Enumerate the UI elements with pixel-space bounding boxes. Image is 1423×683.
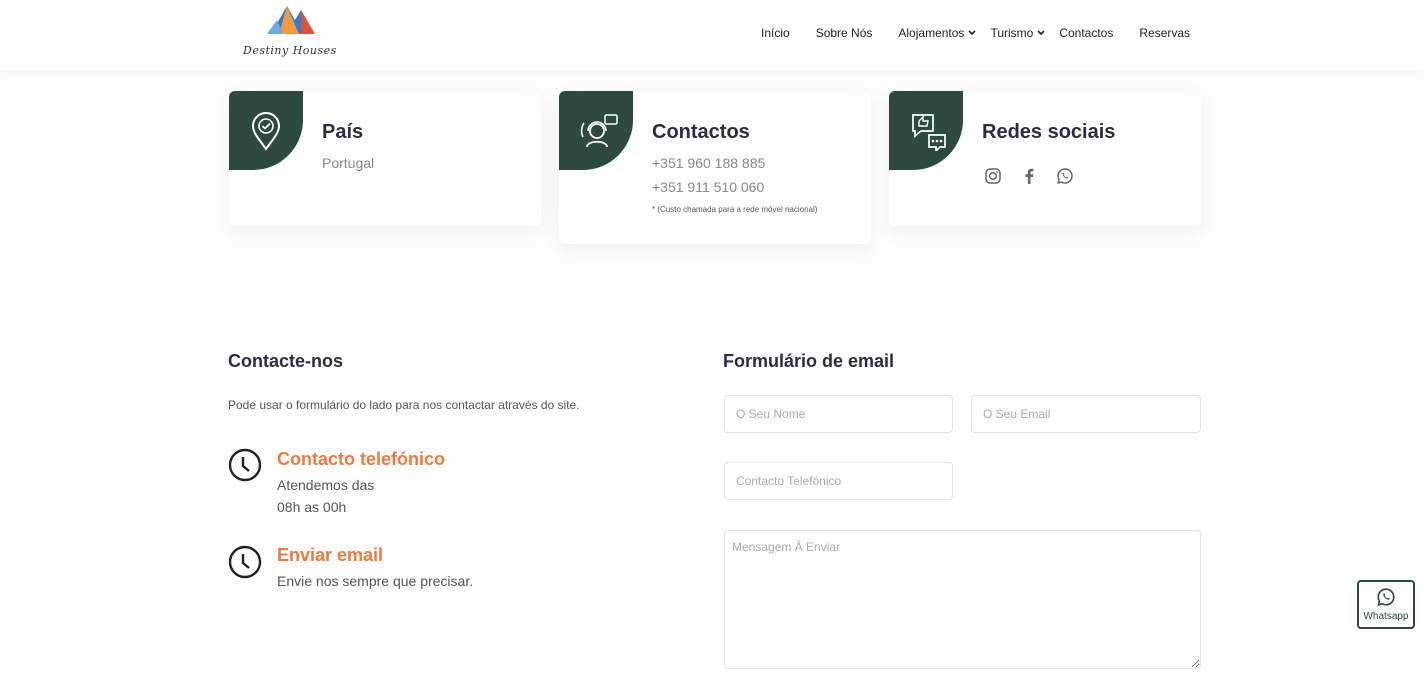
phone-hours-line2: 08h as 00h (277, 499, 347, 515)
contacts-card: Contactos +351 960 188 885 +351 911 510 … (559, 91, 871, 244)
logo-text: Destiny Houses (243, 44, 337, 57)
country-value: Portugal (322, 155, 375, 171)
card-icon-badge (229, 91, 303, 170)
social-card: Redes sociais (889, 91, 1201, 226)
nav-label: Alojamentos (898, 26, 965, 40)
chevron-down-icon (1037, 28, 1045, 38)
social-links (984, 167, 1092, 185)
card-icon-badge (889, 91, 963, 170)
nav-label: Reservas (1139, 26, 1191, 40)
name-input[interactable] (724, 395, 953, 433)
country-card: País Portugal (229, 91, 541, 226)
support-agent-icon (580, 114, 618, 148)
nav-item-sobre-nos[interactable]: Sobre Nós (816, 26, 873, 40)
main-nav: Início Sobre Nós Alojamentos Turismo Con… (761, 26, 1190, 40)
nav-item-alojamentos[interactable]: Alojamentos (898, 26, 977, 40)
message-textarea[interactable] (724, 530, 1201, 669)
call-cost-note: * (Custo chamada para a rede móvel nacio… (652, 205, 818, 214)
facebook-icon[interactable] (1020, 167, 1038, 185)
nav-label: Sobre Nós (815, 26, 873, 40)
nav-item-turismo[interactable]: Turismo (990, 26, 1045, 40)
send-email-text: Envie nos sempre que precisar. (277, 573, 474, 589)
chevron-down-icon (968, 28, 977, 38)
nav-item-contactos[interactable]: Contactos (1059, 26, 1113, 40)
send-email-title: Enviar email (277, 545, 384, 565)
email-form-title: Formulário de email (723, 351, 895, 371)
instagram-icon[interactable] (984, 167, 1002, 185)
nav-label: Turismo (990, 26, 1034, 40)
nav-label: Início (761, 26, 790, 40)
card-title: Contactos (652, 121, 750, 143)
phone-input[interactable] (724, 462, 953, 500)
clock-icon (228, 448, 262, 482)
location-check-icon (251, 112, 281, 151)
card-icon-badge (559, 91, 633, 170)
phone-number-2[interactable]: +351 911 510 060 (652, 179, 764, 195)
chat-like-icon (912, 114, 946, 151)
contact-intro-text: Pode usar o formulário do lado para nos … (228, 398, 580, 412)
clock-icon (228, 545, 262, 579)
whatsapp-icon (1377, 588, 1395, 606)
card-title: Redes sociais (982, 121, 1116, 143)
card-title: País (322, 121, 364, 143)
nav-item-reservas[interactable]: Reservas (1139, 26, 1190, 40)
phone-number-1[interactable]: +351 960 188 885 (652, 155, 765, 171)
whatsapp-float-button[interactable]: Whatsapp (1357, 580, 1415, 629)
email-input[interactable] (971, 395, 1201, 433)
logo[interactable]: Destiny Houses (243, 2, 339, 66)
phone-hours-line1: Atendemos das (277, 477, 375, 493)
contact-section-title: Contacte-nos (228, 351, 344, 371)
logo-mountains-icon (267, 6, 315, 34)
whatsapp-icon[interactable] (1056, 167, 1074, 185)
site-header: Destiny Houses Início Sobre Nós Alojamen… (0, 0, 1423, 70)
nav-item-inicio[interactable]: Início (761, 26, 790, 40)
whatsapp-float-label: Whatsapp (1363, 611, 1409, 622)
phone-contact-title: Contacto telefónico (277, 449, 446, 469)
nav-label: Contactos (1059, 26, 1114, 40)
